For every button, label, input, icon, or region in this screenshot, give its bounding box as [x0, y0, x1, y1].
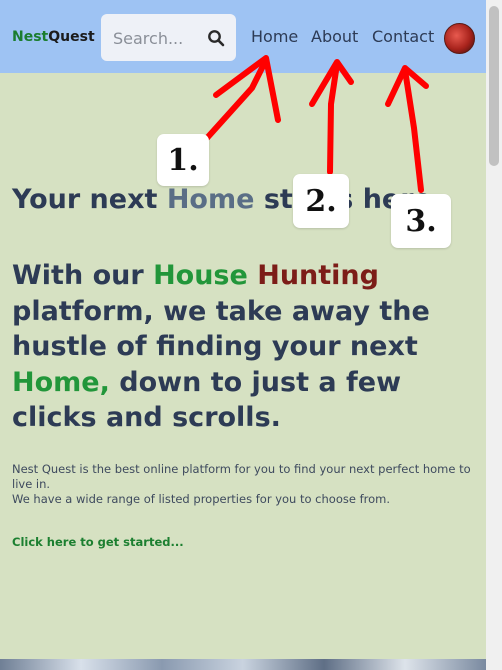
heading-text: With our [12, 260, 154, 291]
hero-tagline: Your next Home starts here [12, 184, 432, 215]
intro-text: Nest Quest is the best online platform f… [12, 462, 472, 507]
brand-part-quest: Quest [48, 29, 95, 45]
tagline-accent: Home [166, 184, 255, 215]
intro-line: Nest Quest is the best online platform f… [12, 462, 471, 491]
search-input[interactable] [111, 26, 205, 50]
heading-darkred-text: Hunting [247, 260, 379, 291]
callout-3: 3. [391, 194, 451, 248]
brand-part-nest: Nest [12, 29, 49, 45]
tagline-part: Your next [12, 184, 167, 215]
footer-image-strip [0, 659, 486, 670]
heading-green-text: Home, [12, 366, 110, 398]
arrowhead-3 [385, 65, 429, 107]
callout-1: 1. [157, 134, 209, 186]
arrow-2 [327, 61, 340, 175]
nav-link-home[interactable]: Home [251, 27, 298, 46]
heading-green-text: House [153, 260, 248, 291]
nav-link-contact[interactable]: Contact [372, 27, 434, 46]
nav-link-about[interactable]: About [311, 27, 358, 46]
search-icon[interactable] [207, 29, 225, 47]
intro-line: We have a wide range of listed propertie… [12, 492, 391, 506]
brand-logo[interactable]: NestQuest [12, 29, 95, 45]
scrollbar-thumb[interactable] [489, 6, 499, 166]
search-box [101, 14, 236, 61]
avatar[interactable] [444, 23, 475, 54]
get-started-link[interactable]: Click here to get started... [12, 535, 184, 549]
heading-text: platform, we take away the hustle of fin… [12, 295, 430, 363]
scrollbar[interactable] [486, 0, 502, 670]
arrow-3 [402, 67, 424, 193]
callout-2: 2. [293, 174, 349, 228]
hero-heading: With our House Hunting platform, we take… [12, 258, 482, 436]
navbar: NestQuest Home About Contact [0, 0, 486, 73]
